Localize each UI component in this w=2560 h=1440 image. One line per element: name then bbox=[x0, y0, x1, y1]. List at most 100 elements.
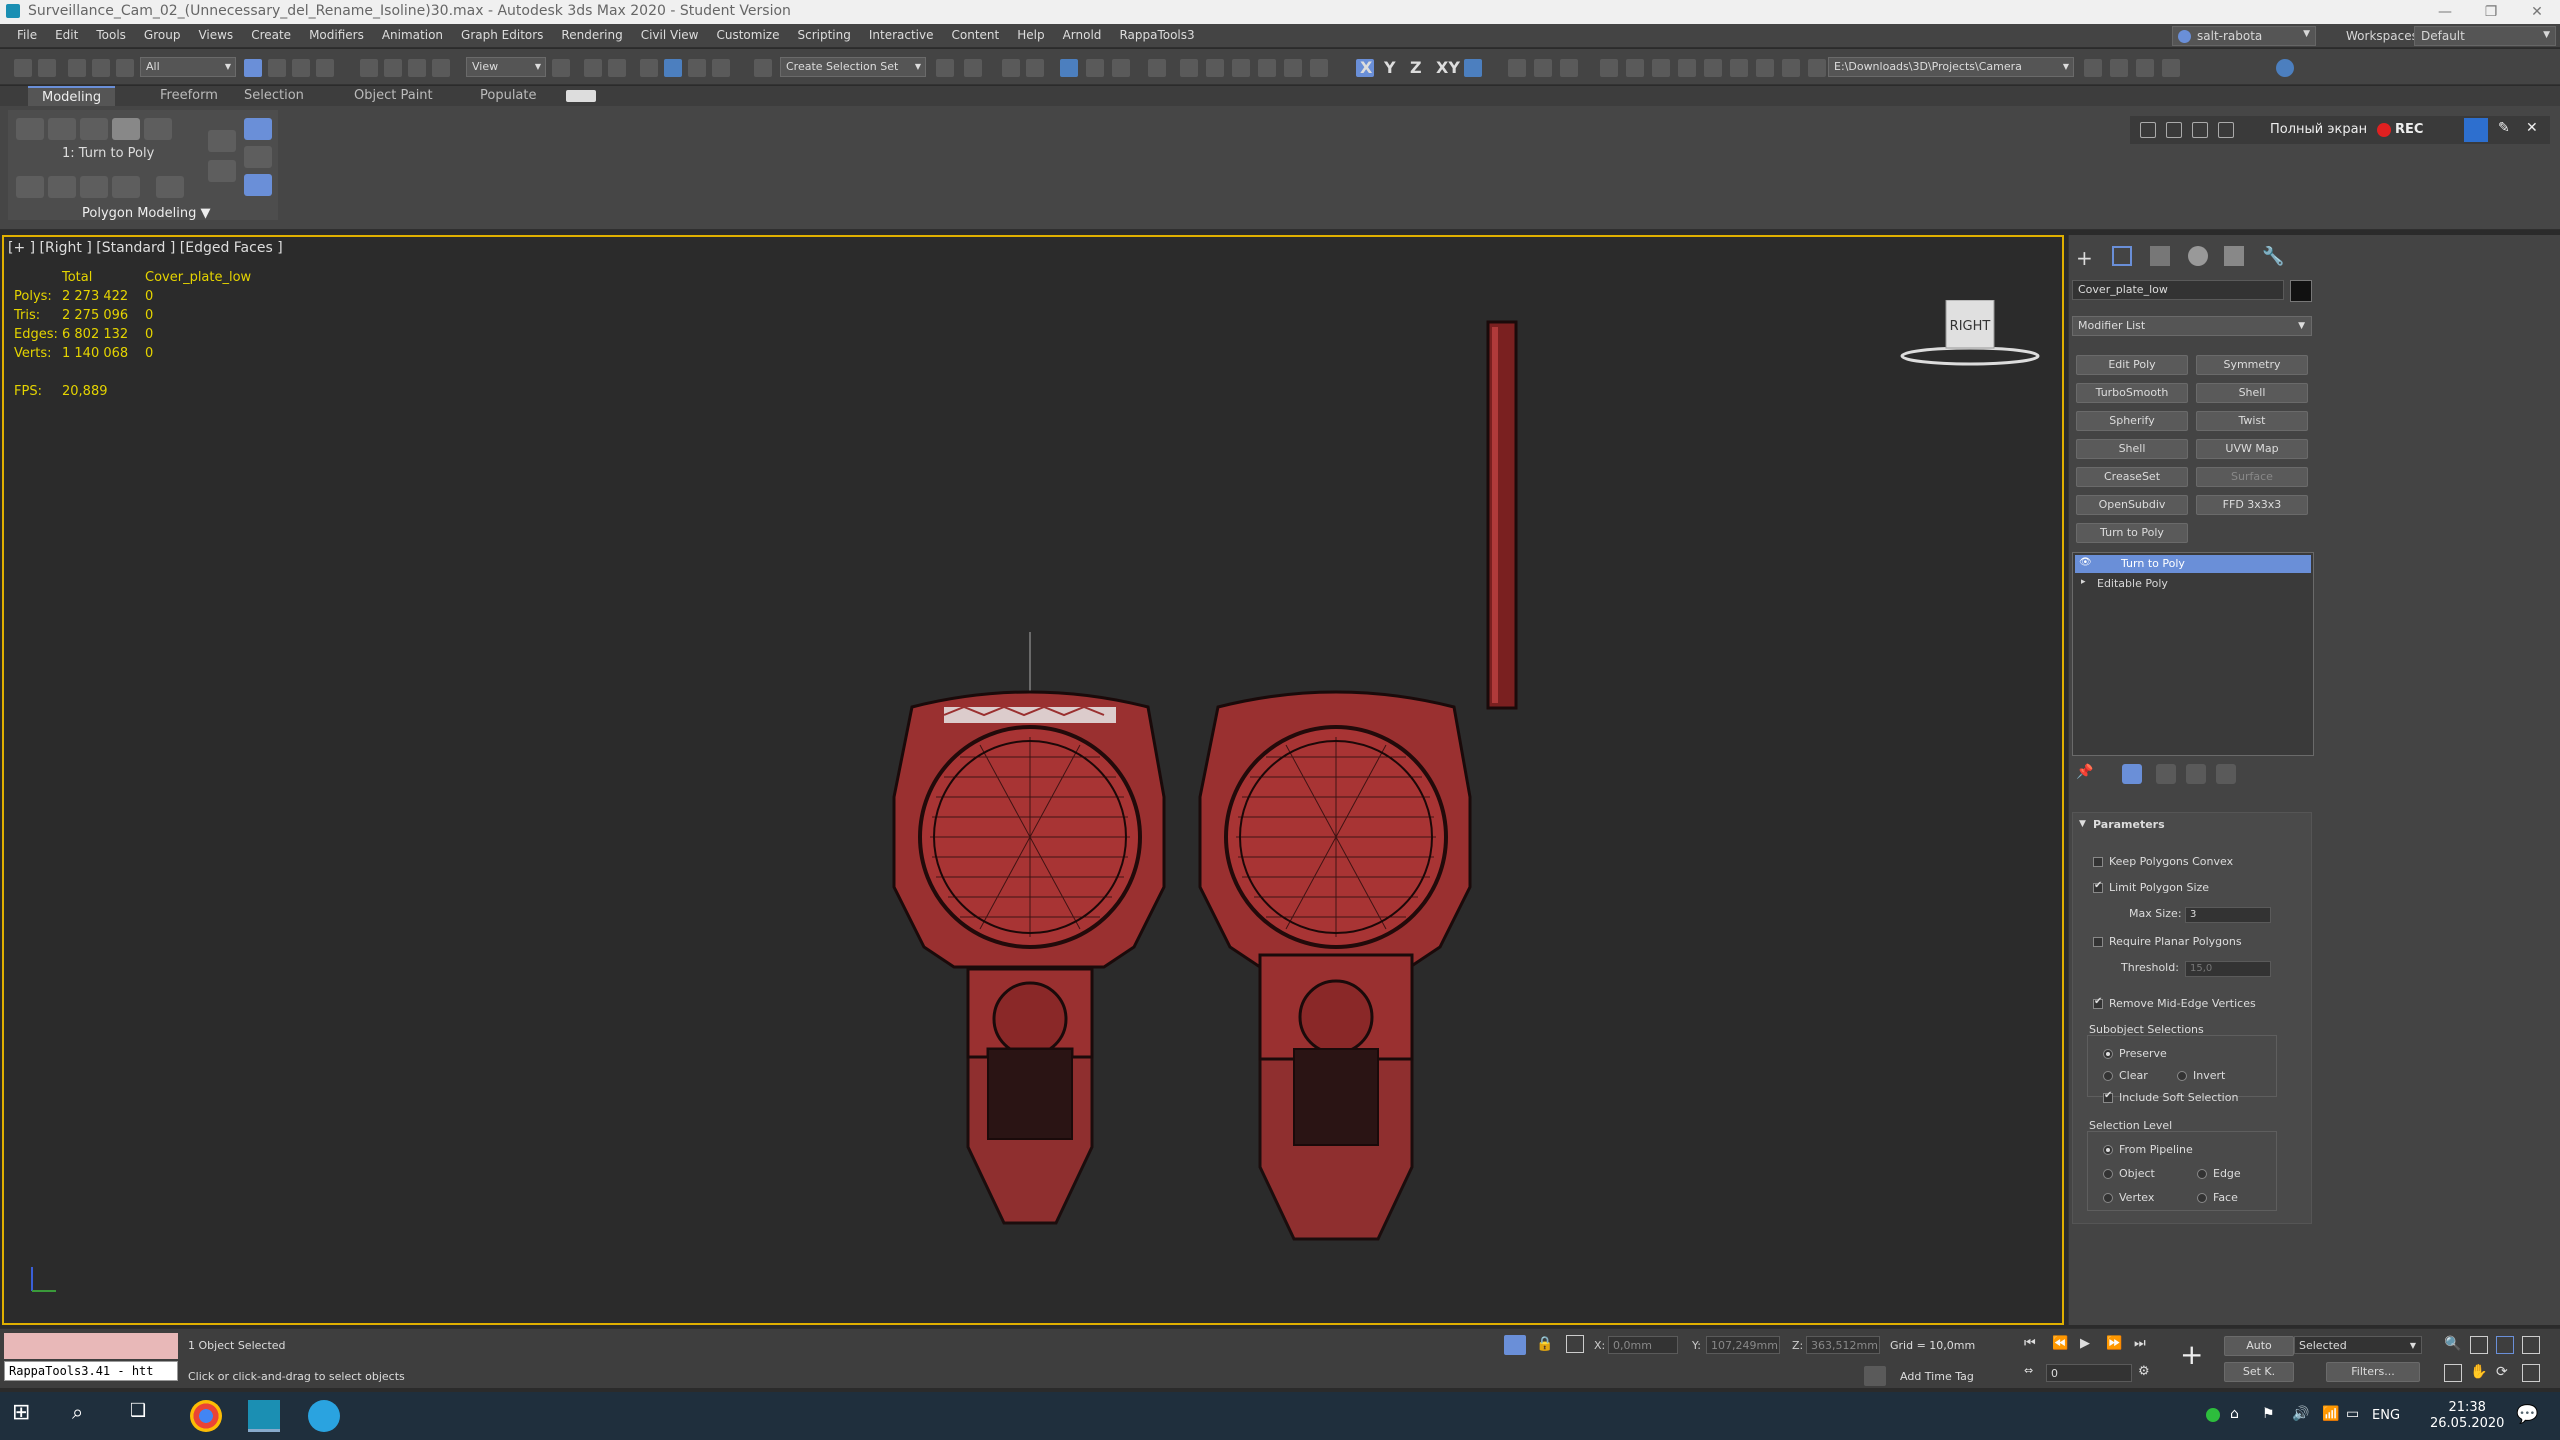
repeat-icon[interactable] bbox=[112, 176, 140, 198]
axis-z-label[interactable]: Z bbox=[1410, 58, 1422, 77]
placement-icon[interactable] bbox=[432, 59, 450, 77]
preserve-uvs-icon[interactable] bbox=[16, 176, 44, 198]
zoom-all-icon[interactable] bbox=[2470, 1336, 2488, 1354]
menu-arnold[interactable]: Arnold bbox=[1054, 28, 1111, 42]
edit-named-selection-icon[interactable] bbox=[754, 59, 772, 77]
keep-convex-checkbox[interactable] bbox=[2093, 857, 2103, 867]
object-name-field[interactable]: Cover_plate_low bbox=[2072, 280, 2284, 300]
snaps-toggle-icon[interactable] bbox=[640, 59, 658, 77]
snap-midpoint-icon[interactable] bbox=[1730, 59, 1748, 77]
key-filters-button[interactable]: Filters... bbox=[2326, 1362, 2420, 1382]
vertex-radio[interactable] bbox=[2103, 1193, 2113, 1203]
undo-icon[interactable] bbox=[14, 59, 32, 77]
menu-tools[interactable]: Tools bbox=[87, 28, 135, 42]
set-project-icon[interactable] bbox=[2162, 59, 2180, 77]
redo-icon[interactable] bbox=[38, 59, 56, 77]
modifier-button-opensubdiv[interactable]: OpenSubdiv bbox=[2076, 495, 2188, 515]
invert-radio[interactable] bbox=[2177, 1071, 2187, 1081]
menu-modifiers[interactable]: Modifiers bbox=[300, 28, 373, 42]
menu-edit[interactable]: Edit bbox=[46, 28, 87, 42]
snap-vertex-icon[interactable] bbox=[1704, 59, 1722, 77]
maximize-viewport-icon[interactable] bbox=[2522, 1364, 2540, 1382]
battery-icon[interactable]: ▭ bbox=[2346, 1406, 2359, 1422]
region-icon[interactable] bbox=[2192, 122, 2208, 138]
collapse-stack-icon[interactable] bbox=[244, 146, 272, 168]
user-account-dropdown[interactable]: salt-rabota ▼ bbox=[2172, 26, 2316, 46]
modify-mode-icon[interactable] bbox=[208, 130, 236, 152]
polygon-modeling-dropdown[interactable]: Polygon Modeling ▼ bbox=[82, 206, 211, 221]
sync-icon[interactable] bbox=[2276, 59, 2294, 77]
maxscript-mini-listener[interactable]: RappaTools3.41 - htt bbox=[4, 1361, 178, 1381]
menu-animation[interactable]: Animation bbox=[373, 28, 452, 42]
tray-app-icon[interactable] bbox=[2206, 1408, 2220, 1422]
vertex-mode-icon[interactable] bbox=[16, 118, 44, 140]
tab-selection[interactable]: Selection bbox=[244, 88, 304, 103]
align-icon[interactable] bbox=[964, 59, 982, 77]
snap-center-icon[interactable] bbox=[1782, 59, 1800, 77]
select-manipulate-icon[interactable] bbox=[584, 59, 602, 77]
set-key-icon[interactable]: + bbox=[2180, 1338, 2203, 1371]
notifications-icon[interactable]: 💬 bbox=[2516, 1404, 2538, 1425]
go-to-end-icon[interactable]: ⏭ bbox=[2134, 1336, 2146, 1351]
layer-explorer-icon[interactable] bbox=[1026, 59, 1044, 77]
modifier-button-spherify[interactable]: Spherify bbox=[2076, 411, 2188, 431]
snap-edge-icon[interactable] bbox=[1560, 59, 1578, 77]
select-object-icon[interactable] bbox=[244, 59, 262, 77]
polygon-mode-icon[interactable] bbox=[112, 118, 140, 140]
menu-create[interactable]: Create bbox=[242, 28, 300, 42]
menu-interactive[interactable]: Interactive bbox=[860, 28, 943, 42]
modifier-button-creaseset[interactable]: CreaseSet bbox=[2076, 467, 2188, 487]
windows-start-icon[interactable]: ⊞ bbox=[12, 1400, 44, 1432]
viewcube[interactable]: RIGHT bbox=[1900, 299, 2040, 370]
time-tag-icon[interactable] bbox=[1864, 1366, 1886, 1386]
project-path-dropdown[interactable]: E:\Downloads\3D\Projects\Camera ▼ bbox=[1828, 57, 2074, 77]
auto-key-button[interactable]: Auto bbox=[2224, 1336, 2294, 1356]
scene-explorer-icon[interactable] bbox=[1002, 59, 1020, 77]
modifier-button-turn-to-poly[interactable]: Turn to Poly bbox=[2076, 523, 2188, 543]
menu-group[interactable]: Group bbox=[135, 28, 190, 42]
z-coordinate-field[interactable]: 363,512mm bbox=[1806, 1336, 1880, 1354]
modifier-button-shell[interactable]: Shell bbox=[2076, 439, 2188, 459]
include-soft-checkbox[interactable] bbox=[2103, 1090, 2113, 1103]
go-to-start-icon[interactable]: ⏮ bbox=[2024, 1336, 2036, 1351]
play-icon[interactable]: ▶ bbox=[2080, 1336, 2090, 1351]
percent-snap-icon[interactable] bbox=[688, 59, 706, 77]
edge-mode-icon[interactable] bbox=[48, 118, 76, 140]
modifier-button-edit-poly[interactable]: Edit Poly bbox=[2076, 355, 2188, 375]
set-key-button[interactable]: Set K. bbox=[2224, 1362, 2294, 1382]
snap-face-icon[interactable] bbox=[1678, 59, 1696, 77]
key-mode-icon[interactable]: ⇔ bbox=[2024, 1364, 2033, 1377]
menu-customize[interactable]: Customize bbox=[707, 28, 788, 42]
zoom-icon[interactable]: 🔍 bbox=[2444, 1336, 2461, 1352]
capture-icon[interactable] bbox=[2464, 118, 2488, 142]
menu-scripting[interactable]: Scripting bbox=[788, 28, 859, 42]
make-unique-icon[interactable] bbox=[2156, 764, 2176, 784]
modifier-button-surface[interactable]: Surface bbox=[2196, 467, 2308, 487]
modifier-button-turbosmooth[interactable]: TurboSmooth bbox=[2076, 383, 2188, 403]
volume-icon[interactable]: 🔊 bbox=[2292, 1406, 2309, 1422]
border-mode-icon[interactable] bbox=[80, 118, 108, 140]
rollout-collapse-icon[interactable]: ▼ bbox=[2079, 819, 2086, 829]
remove-mid-edge-checkbox[interactable] bbox=[2093, 996, 2103, 1009]
max-size-spinner[interactable]: 3 bbox=[2185, 907, 2271, 923]
tab-freeform[interactable]: Freeform bbox=[160, 88, 218, 103]
field-of-view-icon[interactable] bbox=[2444, 1364, 2462, 1382]
spinner-snap-icon[interactable] bbox=[712, 59, 730, 77]
tab-populate[interactable]: Populate bbox=[480, 88, 537, 103]
object-radio[interactable] bbox=[2103, 1169, 2113, 1179]
menu-icon[interactable] bbox=[2140, 122, 2156, 138]
angle-snap-icon[interactable] bbox=[664, 59, 682, 77]
reference-coordinate-dropdown[interactable]: View ▼ bbox=[466, 57, 546, 77]
modifier-button-twist[interactable]: Twist bbox=[2196, 411, 2308, 431]
snap-bbox-icon[interactable] bbox=[1652, 59, 1670, 77]
require-planar-checkbox[interactable] bbox=[2093, 937, 2103, 947]
motion-tab-icon[interactable] bbox=[2188, 246, 2208, 266]
crop-icon[interactable] bbox=[2218, 122, 2234, 138]
settings-icon[interactable] bbox=[156, 176, 184, 198]
orbit-icon[interactable]: ⟳ bbox=[2496, 1364, 2508, 1380]
project-folder-icon[interactable] bbox=[2084, 59, 2102, 77]
absolute-mode-icon[interactable] bbox=[1566, 1335, 1584, 1353]
select-by-name-icon[interactable] bbox=[268, 59, 286, 77]
display-tab-icon[interactable] bbox=[2224, 246, 2244, 266]
open-folder-icon[interactable] bbox=[2110, 59, 2128, 77]
